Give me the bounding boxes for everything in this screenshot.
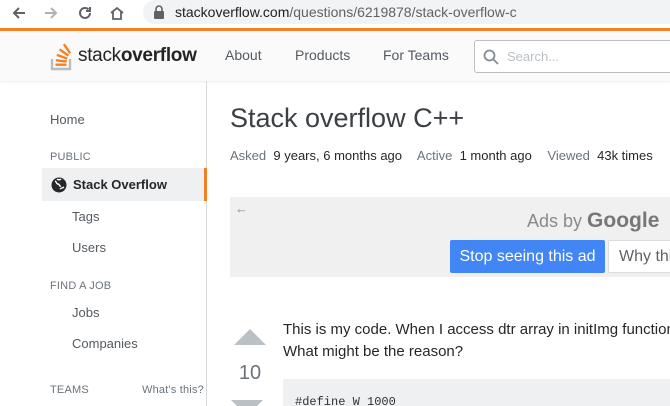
home-icon: [110, 6, 124, 20]
forward-arrow-icon: [45, 7, 58, 19]
reload-icon: [79, 6, 91, 19]
nav-about[interactable]: About: [225, 47, 262, 63]
stackoverflow-logo[interactable]: stackoverflow: [50, 39, 197, 73]
logo-text: stackoverflow: [78, 45, 197, 67]
question-meta: Asked 9 years, 6 months ago Active 1 mon…: [230, 148, 665, 163]
sidebar-item-tags[interactable]: Tags: [72, 209, 99, 224]
globe-icon: [51, 177, 67, 192]
nav-products[interactable]: Products: [295, 47, 350, 63]
ad-back-arrow-icon[interactable]: ←: [235, 201, 248, 216]
ads-by-google: Ads by Google: [527, 209, 659, 233]
google-label: Google: [587, 209, 660, 232]
url-text: stackoverflow.com/questions/6219878/stac…: [175, 4, 517, 20]
sidebar-heading-find-a-job: FIND A JOB: [50, 280, 112, 292]
sidebar-heading-public: PUBLIC: [50, 151, 91, 163]
question-body: This is my code. When I access dtr array…: [283, 319, 670, 363]
search-placeholder: Search...: [507, 49, 560, 64]
forward-button[interactable]: [40, 2, 62, 24]
logo-text-bold: overflow: [120, 45, 197, 66]
viewed-label: Viewed: [547, 148, 590, 163]
site-header: stackoverflow About Products For Teams S…: [0, 28, 670, 81]
downvote-icon[interactable]: [230, 399, 264, 406]
question-title[interactable]: Stack overflow C++: [230, 103, 464, 134]
code-block: #define W 1000: [283, 379, 670, 406]
search-icon: [483, 49, 499, 65]
sidebar-item-label: Stack Overflow: [73, 177, 167, 192]
home-button[interactable]: [106, 2, 128, 24]
sidebar-item-jobs[interactable]: Jobs: [72, 305, 99, 320]
sidebar-heading-teams: TEAMS: [50, 384, 89, 396]
whats-this-link[interactable]: What's this?: [142, 384, 204, 396]
upvote-icon[interactable]: [230, 328, 270, 346]
viewed-value: 43k times: [597, 148, 653, 163]
sidebar-item-home[interactable]: Home: [50, 112, 85, 127]
back-button[interactable]: [8, 2, 30, 24]
stop-seeing-ad-button[interactable]: Stop seeing this ad: [450, 240, 605, 273]
code-line: #define W 1000: [295, 395, 396, 406]
logo-text-light: stack: [78, 45, 121, 66]
body-line: This is my code. When I access dtr array…: [283, 321, 670, 338]
search-input[interactable]: Search...: [474, 40, 670, 73]
nav-for-teams[interactable]: For Teams: [383, 47, 449, 63]
left-sidebar: Home PUBLIC Stack Overflow Tags Users FI…: [0, 81, 207, 406]
ads-by-label: Ads by: [527, 211, 583, 231]
back-arrow-icon: [12, 7, 25, 19]
main-content: Stack overflow C++ Asked 9 years, 6 mont…: [208, 81, 670, 406]
reload-button[interactable]: [74, 2, 96, 24]
sidebar-item-stack-overflow[interactable]: Stack Overflow: [42, 168, 207, 201]
asked-value[interactable]: 9 years, 6 months ago: [273, 148, 402, 163]
url-host: stackoverflow.com: [175, 4, 290, 20]
ad-container: ← Ads by Google Stop seeing this ad Why …: [230, 197, 670, 277]
active-label: Active: [416, 148, 453, 163]
vote-count: 10: [238, 362, 262, 384]
lock-icon: [154, 5, 164, 19]
asked-label: Asked: [230, 148, 267, 163]
address-bar[interactable]: stackoverflow.com/questions/6219878/stac…: [143, 0, 670, 24]
sidebar-item-users[interactable]: Users: [72, 240, 106, 255]
stack-logo-icon: [50, 43, 72, 71]
body-line: What might be the reason?: [283, 343, 464, 360]
url-path: /questions/6219878/stack-overflow-c: [289, 4, 517, 20]
why-this-ad-button[interactable]: Why this ad?: [608, 240, 670, 273]
sidebar-item-companies[interactable]: Companies: [72, 336, 138, 351]
active-value[interactable]: 1 month ago: [460, 148, 532, 163]
browser-toolbar: stackoverflow.com/questions/6219878/stac…: [0, 0, 670, 28]
